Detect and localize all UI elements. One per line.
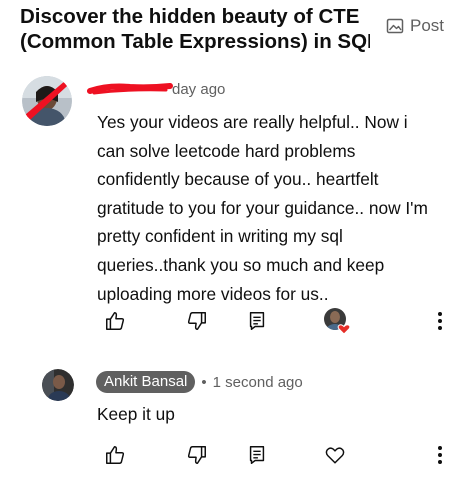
comment-meta: day ago — [87, 78, 226, 100]
reply-text: Keep it up — [97, 404, 175, 424]
reply-author-avatar[interactable] — [42, 369, 74, 401]
video-title-line-1: Discover the hidden beauty of CTE — [20, 5, 360, 28]
redacted-author-name — [87, 83, 173, 95]
dislike-button[interactable] — [182, 306, 212, 336]
dislike-button[interactable] — [182, 440, 212, 470]
reply-actions — [100, 440, 460, 470]
comment-text-line: queries..thank you so much and keep — [97, 254, 385, 275]
post-button[interactable]: Post — [386, 12, 454, 40]
comment-text-line: uploading more videos for us.. — [97, 283, 329, 304]
reply-time: 1 second ago — [212, 373, 303, 391]
reply-icon — [249, 312, 265, 330]
comment-actions — [100, 306, 460, 336]
comment-text-line: Yes your videos are really helpful.. Now… — [97, 112, 408, 132]
comment-more-button[interactable] — [425, 306, 455, 336]
post-label: Post — [410, 16, 445, 35]
comments-panel: Discover the hidden beauty of CTE (Commo… — [0, 0, 474, 488]
meta-separator: • — [201, 373, 207, 391]
reply-button[interactable] — [242, 306, 272, 336]
reply-button[interactable] — [242, 440, 272, 470]
like-button[interactable] — [100, 306, 130, 336]
heart-icon — [324, 308, 351, 335]
image-post-icon — [386, 17, 404, 35]
more-vert-icon — [438, 446, 442, 464]
more-vert-icon — [438, 312, 442, 330]
heart-icon — [325, 447, 345, 464]
video-title-line-2: (Common Table Expressions) in SQL... — [20, 30, 370, 53]
thumbs-up-icon — [106, 446, 125, 464]
thumbs-down-icon — [187, 446, 206, 464]
creator-heart-badge — [322, 306, 352, 336]
like-button[interactable] — [100, 440, 130, 470]
comment-text-line: can solve leetcode hard problems — [97, 140, 356, 161]
comment-text: Yes your videos are really helpful.. Now… — [97, 108, 457, 308]
reply-meta: Ankit Bansal • 1 second ago — [96, 371, 303, 393]
thumbs-down-icon — [187, 312, 206, 330]
comment-time: day ago — [172, 80, 226, 98]
comment-text-line: confidently because of you.. heartfelt — [97, 169, 379, 190]
thumbs-up-icon — [106, 312, 125, 330]
reply-icon — [249, 446, 265, 464]
comment-text-line: pretty confident in writing my sql — [97, 226, 343, 247]
commenter-avatar[interactable] — [22, 76, 72, 126]
comment-text-line: gratitude to you for your guidance.. now… — [97, 197, 428, 218]
heart-button[interactable] — [320, 440, 350, 470]
reply-more-button[interactable] — [425, 440, 455, 470]
video-title[interactable]: Discover the hidden beauty of CTE (Commo… — [20, 4, 370, 54]
reply-author-chip[interactable]: Ankit Bansal — [96, 371, 196, 393]
